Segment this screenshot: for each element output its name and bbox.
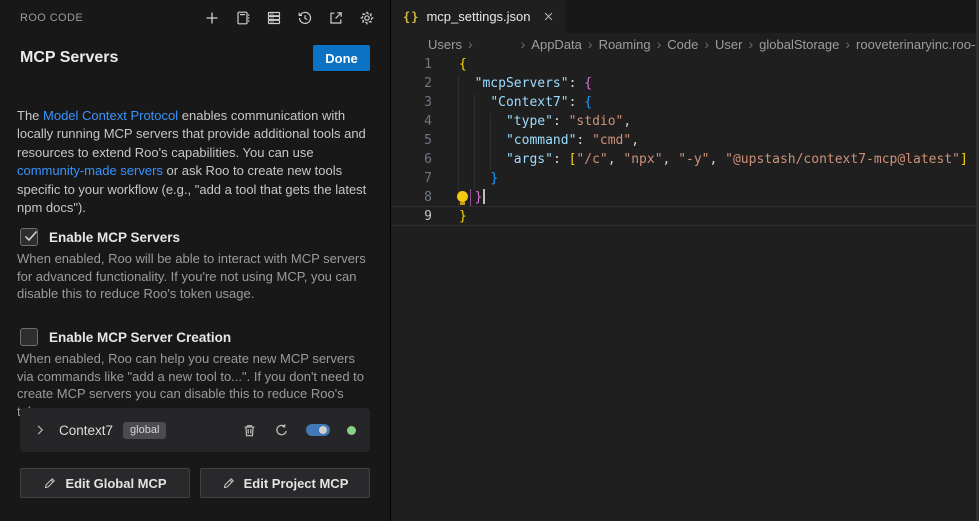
code-text: "args": ["/c", "npx", "-y", "@upstash/co… [459,150,968,169]
code-line[interactable]: 7 } [391,169,979,188]
enable-mcp-servers-description: When enabled, Roo will be able to intera… [17,250,373,303]
prompts-icon[interactable] [232,7,254,29]
line-number: 1 [391,55,432,74]
edit-global-mcp-label: Edit Global MCP [65,476,166,491]
breadcrumb-item[interactable]: Code [667,37,698,52]
breadcrumb-separator-icon: › [845,36,850,52]
mcp-servers-icon[interactable] [263,7,285,29]
edit-project-mcp-label: Edit Project MCP [244,476,349,491]
line-number: 6 [391,150,432,169]
tab-close-icon[interactable] [543,11,554,22]
line-number: 5 [391,131,432,150]
expand-chevron-icon[interactable] [34,424,46,436]
enable-mcp-creation-label: Enable MCP Server Creation [49,330,231,345]
line-number: 3 [391,93,432,112]
edit-global-mcp-button[interactable]: Edit Global MCP [20,468,190,498]
breadcrumb-separator-icon: › [657,36,662,52]
breadcrumb-separator-icon: › [521,36,526,52]
pencil-icon [222,477,235,490]
done-button[interactable]: Done [313,45,370,71]
server-actions [242,423,356,438]
code-editor[interactable]: 1{2 "mcpServers": {3 "Context7": {4 "typ… [391,55,979,521]
breadcrumb-item[interactable]: User [715,37,742,52]
server-enabled-toggle[interactable] [306,424,330,436]
code-text: } [459,169,498,188]
server-name: Context7 [59,423,113,438]
tab-filename: mcp_settings.json [426,9,530,24]
line-number: 9 [391,207,432,226]
line-number: 7 [391,169,432,188]
json-file-icon: {} [403,10,419,24]
enable-mcp-creation-row: Enable MCP Server Creation [20,327,231,347]
enable-mcp-creation-checkbox[interactable] [20,328,38,346]
app-window: ROO CODE [0,0,979,521]
delete-server-icon[interactable] [242,423,257,438]
breadcrumb-separator-icon: › [588,36,593,52]
breadcrumb-separator-icon: › [748,36,753,52]
tab-mcp-settings[interactable]: {} mcp_settings.json [391,0,566,33]
new-task-icon[interactable] [201,7,223,29]
breadcrumb-separator-icon: › [468,36,473,52]
text-cursor [483,189,485,204]
code-text: { [459,55,467,74]
intro-text: The Model Context Protocol enables commu… [17,107,379,217]
edit-project-mcp-button[interactable]: Edit Project MCP [200,468,370,498]
server-status-dot [347,426,356,435]
line-number: 2 [391,74,432,93]
code-text: "command": "cmd", [459,131,639,150]
panel-toolbar [201,7,378,29]
history-icon[interactable] [294,7,316,29]
roo-code-panel: ROO CODE [0,0,390,521]
code-text: } [459,188,485,207]
breadcrumb-separator-icon: › [704,36,709,52]
server-scope-badge: global [123,422,166,439]
code-text: "mcpServers": { [459,74,592,93]
code-text: "Context7": { [459,93,592,112]
breadcrumb-item[interactable]: rooveterinaryinc.roo-cli [856,37,979,52]
intro-link[interactable]: community-made servers [17,163,163,178]
code-line[interactable]: 2 "mcpServers": { [391,74,979,93]
breadcrumb-item[interactable]: globalStorage [759,37,839,52]
code-line[interactable]: 4 "type": "stdio", [391,112,979,131]
page-title-row: MCP Servers Done [20,44,370,72]
enable-mcp-servers-label: Enable MCP Servers [49,230,180,245]
code-text: } [459,207,467,226]
breadcrumb: Users › › AppData › Roaming › Code › User › globalS… [428,33,979,55]
code-line[interactable]: 3 "Context7": { [391,93,979,112]
intro-link[interactable]: Model Context Protocol [43,108,178,123]
breadcrumb-item[interactable]: Roaming [599,37,651,52]
code-line[interactable]: 9} [391,207,979,226]
editor-tab-bar: {} mcp_settings.json [391,0,979,33]
pencil-icon [43,477,56,490]
code-line[interactable]: 1{ [391,55,979,74]
editor-pane: {} mcp_settings.json Users › › AppData › Roam… [391,0,979,521]
breadcrumb-item[interactable]: AppData [531,37,582,52]
open-in-editor-icon[interactable] [325,7,347,29]
panel-header: ROO CODE [20,8,378,28]
line-number: 8 [391,188,432,207]
breadcrumb-item[interactable]: Users [428,37,462,52]
settings-gear-icon[interactable] [356,7,378,29]
code-line[interactable]: 6 "args": ["/c", "npx", "-y", "@upstash/… [391,150,979,169]
code-line[interactable]: 5 "command": "cmd", [391,131,979,150]
page-title: MCP Servers [20,49,118,67]
extension-title: ROO CODE [20,12,83,24]
restart-server-icon[interactable] [274,423,289,438]
enable-mcp-servers-checkbox[interactable] [20,228,38,246]
code-text: "type": "stdio", [459,112,631,131]
enable-mcp-servers-row: Enable MCP Servers [20,227,180,247]
server-row-context7[interactable]: Context7 global [20,408,370,452]
code-lines: 1{2 "mcpServers": {3 "Context7": {4 "typ… [391,55,979,226]
code-line[interactable]: 8 } [391,188,979,207]
line-number: 4 [391,112,432,131]
